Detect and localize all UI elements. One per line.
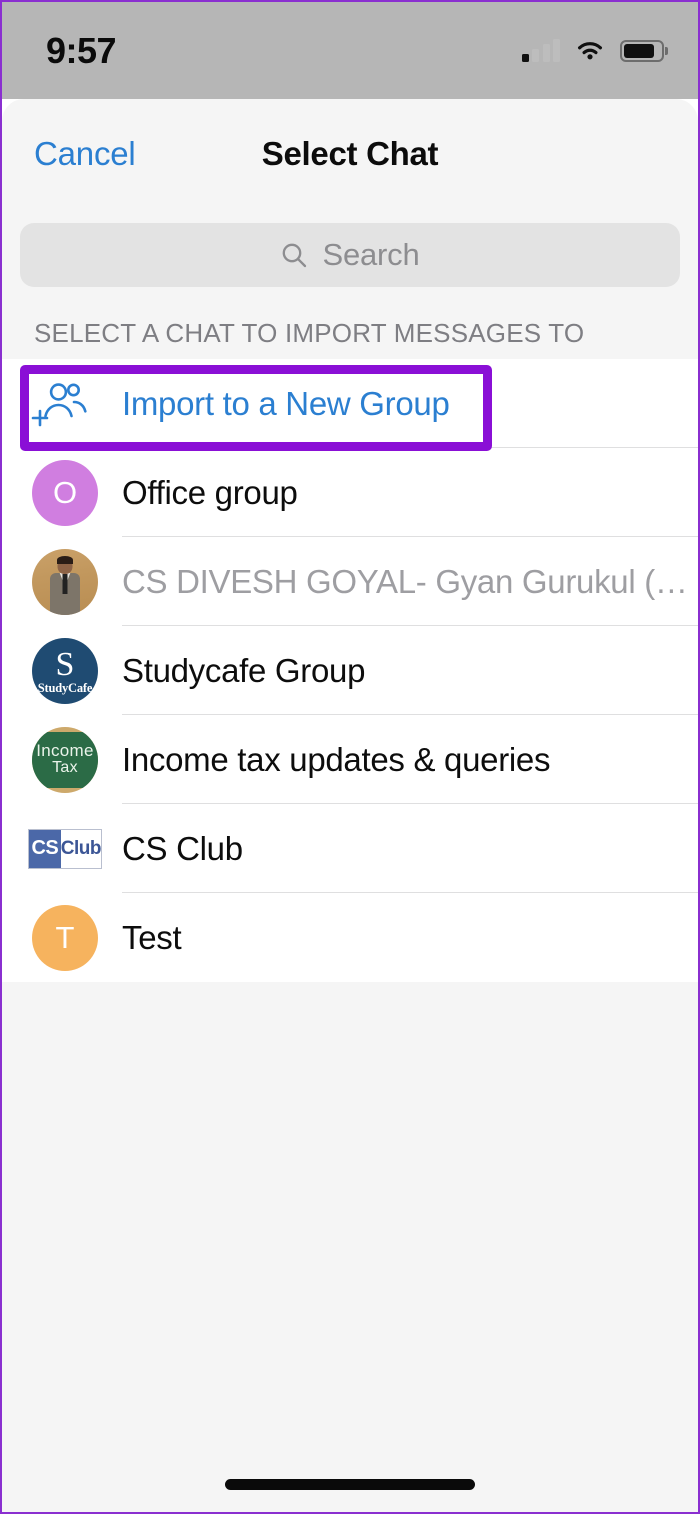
battery-icon [620, 39, 664, 62]
avatar-logo-right: Club [60, 829, 101, 868]
avatar: CS Club [28, 828, 102, 869]
search-icon [283, 243, 307, 268]
section-header: SELECT A CHAT TO IMPORT MESSAGES TO [34, 318, 585, 348]
list-item-label: Import to a New Group [122, 384, 450, 422]
row-icon-slot: S StudyCafe [32, 637, 122, 704]
row-icon-slot: O [32, 459, 122, 526]
cancel-button[interactable]: Cancel [34, 135, 136, 173]
avatar-initial: T [55, 919, 75, 955]
list-item-income-tax-updates[interactable]: Income Tax Income tax updates & queries [2, 715, 698, 804]
search-input[interactable]: Search [20, 223, 680, 287]
add-people-icon [31, 382, 87, 426]
cellular-signal-icon [521, 39, 560, 62]
row-icon-slot: Income Tax [32, 726, 122, 793]
status-bar-time: 9:57 [46, 29, 117, 71]
avatar-logo-main: S [55, 646, 75, 684]
list-item-studycafe-group[interactable]: S StudyCafe Studycafe Group [2, 626, 698, 715]
list-item-office-group[interactable]: O Office group [2, 448, 698, 537]
list-item-test[interactable]: T Test [2, 893, 698, 982]
avatar: T [32, 904, 98, 971]
status-bar-indicators [521, 39, 664, 63]
search-placeholder-text: Search [322, 237, 420, 272]
avatar-logo-line2: Tax [52, 759, 78, 777]
phone-screen: 9:57 Select Chat Cancel Search SELECT A … [0, 0, 700, 1514]
select-chat-sheet: Select Chat Cancel Search SELECT A CHAT … [2, 99, 698, 1512]
avatar: S StudyCafe [32, 637, 98, 704]
search-bar-container: Search [2, 209, 698, 301]
avatar: O [32, 459, 98, 526]
navigation-bar: Select Chat Cancel [2, 99, 698, 209]
avatar-logo-left: CS [29, 829, 61, 868]
avatar-initial: O [52, 474, 78, 510]
status-bar: 9:57 [2, 2, 698, 99]
avatar-logo-sub: StudyCafe [37, 680, 93, 695]
list-item-label: CS DIVESH GOYAL- Gyan Gurukul (R... [122, 562, 698, 600]
wifi-icon [578, 41, 602, 59]
list-item-label: Test [122, 918, 182, 956]
avatar [32, 548, 98, 615]
row-icon-slot: CS Club [28, 828, 122, 869]
row-icon-slot: T [32, 904, 122, 971]
row-icon-slot [31, 380, 122, 428]
list-item-label: CS Club [122, 829, 243, 867]
avatar: Income Tax [32, 726, 98, 793]
list-item-cs-divesh-goyal[interactable]: CS DIVESH GOYAL- Gyan Gurukul (R... [2, 537, 698, 626]
list-item-import-to-new-group[interactable]: Import to a New Group [2, 359, 698, 448]
list-item-label: Income tax updates & queries [122, 740, 551, 778]
chat-list: Import to a New Group O Office group CS … [2, 359, 698, 982]
list-item-label: Office group [122, 473, 298, 511]
avatar-logo-line1: Income [36, 741, 94, 761]
list-item-label: Studycafe Group [122, 651, 366, 689]
home-indicator [225, 1479, 475, 1490]
row-icon-slot [32, 548, 122, 615]
list-item-cs-club[interactable]: CS Club CS Club [2, 804, 698, 893]
